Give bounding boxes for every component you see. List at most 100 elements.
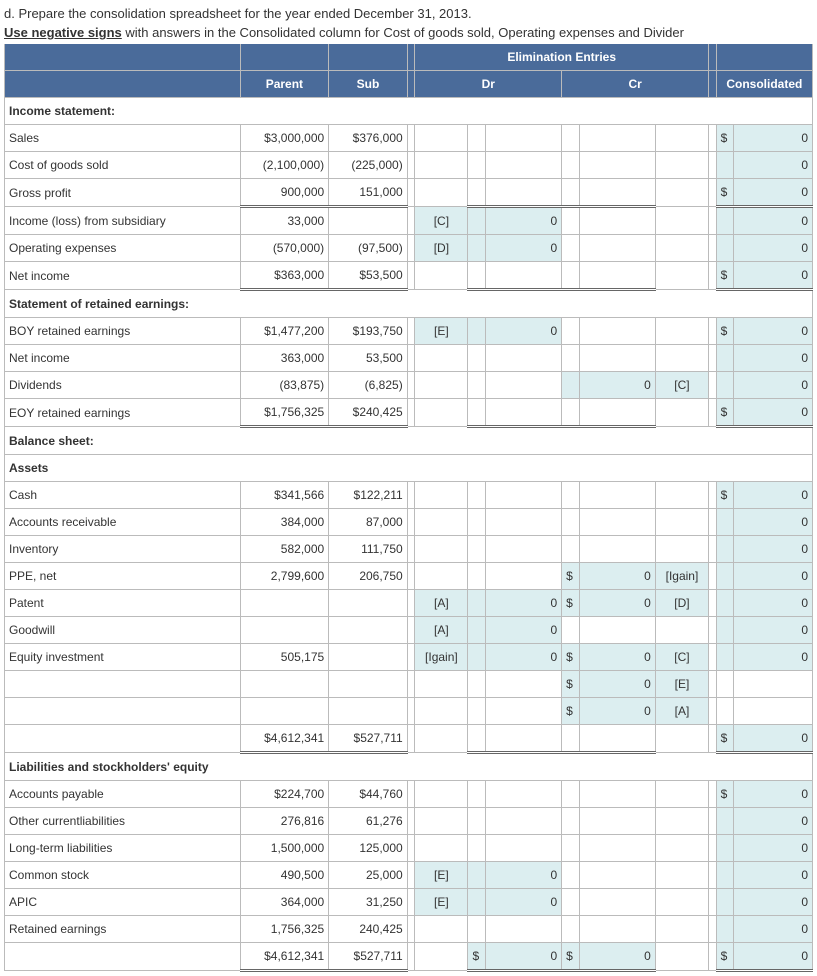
dr-prefix-re2 xyxy=(468,916,486,943)
cr-code-eq2[interactable]: [E] xyxy=(655,671,708,698)
cr-prefix-ar xyxy=(562,509,580,536)
cons-val-ltot[interactable]: 0 xyxy=(734,943,813,971)
cons-val-inv[interactable]: 0 xyxy=(734,536,813,563)
dr-code-ni xyxy=(415,262,468,290)
dr-prefix-ltl xyxy=(468,835,486,862)
cons-prefix-boy: $ xyxy=(716,318,734,345)
instruction-2: Use negative signs with answers in the C… xyxy=(4,25,813,40)
cr-code-cogs xyxy=(655,152,708,179)
cons-val-ltl[interactable]: 0 xyxy=(734,835,813,862)
cons-val-gp[interactable]: 0 xyxy=(734,179,813,207)
dr-val-cogs xyxy=(486,152,562,179)
cons-val-ar[interactable]: 0 xyxy=(734,509,813,536)
cons-val-cs[interactable]: 0 xyxy=(734,862,813,889)
dr-val-opex[interactable]: 0 xyxy=(486,235,562,262)
dr-val-gw[interactable]: 0 xyxy=(486,617,562,644)
cons-val-eq[interactable]: 0 xyxy=(734,644,813,671)
sub-apic: 31,250 xyxy=(329,889,408,916)
row-label-atot xyxy=(5,725,241,753)
dr-prefix-ni2 xyxy=(468,345,486,372)
dr-prefix-eoy xyxy=(468,399,486,427)
dr-val-boy[interactable]: 0 xyxy=(486,318,562,345)
cr-val-re2 xyxy=(579,916,655,943)
dr-val-eq[interactable]: 0 xyxy=(486,644,562,671)
cons-val-ocl[interactable]: 0 xyxy=(734,808,813,835)
cons-val-ppe[interactable]: 0 xyxy=(734,563,813,590)
dr-code-ltot xyxy=(415,943,468,971)
spacer xyxy=(709,590,717,617)
cons-val-eoy[interactable]: 0 xyxy=(734,399,813,427)
dr-val-atot xyxy=(486,725,562,753)
row-label-cs: Common stock xyxy=(5,862,241,889)
cons-val-pat[interactable]: 0 xyxy=(734,590,813,617)
cons-val-ni2[interactable]: 0 xyxy=(734,345,813,372)
cr-code-eoy xyxy=(655,399,708,427)
cr-code-pat[interactable]: [D] xyxy=(655,590,708,617)
spacer xyxy=(407,125,415,152)
cons-val-cash[interactable]: 0 xyxy=(734,482,813,509)
cons-val-boy[interactable]: 0 xyxy=(734,318,813,345)
row-label-opex: Operating expenses xyxy=(5,235,241,262)
spacer xyxy=(709,671,717,698)
cr-val-inv xyxy=(579,536,655,563)
dr-code-apic[interactable]: [E] xyxy=(415,889,468,916)
cr-val-ppe[interactable]: 0 xyxy=(579,563,655,590)
cons-val-sales[interactable]: 0 xyxy=(734,125,813,152)
cons-val-incsub[interactable]: 0 xyxy=(734,207,813,235)
dr-code-gw[interactable]: [A] xyxy=(415,617,468,644)
dr-val-cs[interactable]: 0 xyxy=(486,862,562,889)
dr-code-gp xyxy=(415,179,468,207)
dr-code-incsub[interactable]: [C] xyxy=(415,207,468,235)
parent-atot: $4,612,341 xyxy=(240,725,329,753)
cr-val-div[interactable]: 0 xyxy=(579,372,655,399)
cons-val-ap[interactable]: 0 xyxy=(734,781,813,808)
cr-code-ocl xyxy=(655,808,708,835)
dr-code-cs[interactable]: [E] xyxy=(415,862,468,889)
dr-prefix-ar xyxy=(468,509,486,536)
row-label-cogs: Cost of goods sold xyxy=(5,152,241,179)
cr-code-eq3[interactable]: [A] xyxy=(655,698,708,725)
dr-code-eq[interactable]: [Igain] xyxy=(415,644,468,671)
cr-val-pat[interactable]: 0 xyxy=(579,590,655,617)
spacer xyxy=(709,372,717,399)
cr-code-ppe[interactable]: [Igain] xyxy=(655,563,708,590)
cr-val-eq3[interactable]: 0 xyxy=(579,698,655,725)
cr-val-eq2[interactable]: 0 xyxy=(579,671,655,698)
cr-val-incsub xyxy=(579,207,655,235)
dr-val-apic[interactable]: 0 xyxy=(486,889,562,916)
spacer xyxy=(709,644,717,671)
dr-prefix-ni xyxy=(468,262,486,290)
cons-val-atot[interactable]: 0 xyxy=(734,725,813,753)
dr-code-opex[interactable]: [D] xyxy=(415,235,468,262)
row-label-ap: Accounts payable xyxy=(5,781,241,808)
sub-inv: 111,750 xyxy=(329,536,408,563)
dr-code-ap xyxy=(415,781,468,808)
cons-val-ni[interactable]: 0 xyxy=(734,262,813,290)
cons-val-re2[interactable]: 0 xyxy=(734,916,813,943)
cons-val-apic[interactable]: 0 xyxy=(734,889,813,916)
dr-val-ltot[interactable]: 0 xyxy=(486,943,562,971)
spacer xyxy=(709,207,717,235)
dr-prefix-ppe xyxy=(468,563,486,590)
dr-val-re2 xyxy=(486,916,562,943)
cons-val-gw[interactable]: 0 xyxy=(734,617,813,644)
parent-ni: $363,000 xyxy=(240,262,329,290)
cr-val-eq[interactable]: 0 xyxy=(579,644,655,671)
dr-val-pat[interactable]: 0 xyxy=(486,590,562,617)
cons-val-opex[interactable]: 0 xyxy=(734,235,813,262)
sub-ap: $44,760 xyxy=(329,781,408,808)
header-elim: Elimination Entries xyxy=(415,44,709,71)
cr-code-eq[interactable]: [C] xyxy=(655,644,708,671)
cons-val-div[interactable]: 0 xyxy=(734,372,813,399)
dr-code-pat[interactable]: [A] xyxy=(415,590,468,617)
section-inc: Income statement: xyxy=(5,98,813,125)
dr-val-ltl xyxy=(486,835,562,862)
cr-code-div[interactable]: [C] xyxy=(655,372,708,399)
instruction-2-rest: with answers in the Consolidated column … xyxy=(122,25,684,40)
dr-code-boy[interactable]: [E] xyxy=(415,318,468,345)
cr-val-ltot[interactable]: 0 xyxy=(579,943,655,971)
dr-val-incsub[interactable]: 0 xyxy=(486,207,562,235)
cons-prefix-ar xyxy=(716,509,734,536)
cr-val-sales xyxy=(579,125,655,152)
cons-val-cogs[interactable]: 0 xyxy=(734,152,813,179)
